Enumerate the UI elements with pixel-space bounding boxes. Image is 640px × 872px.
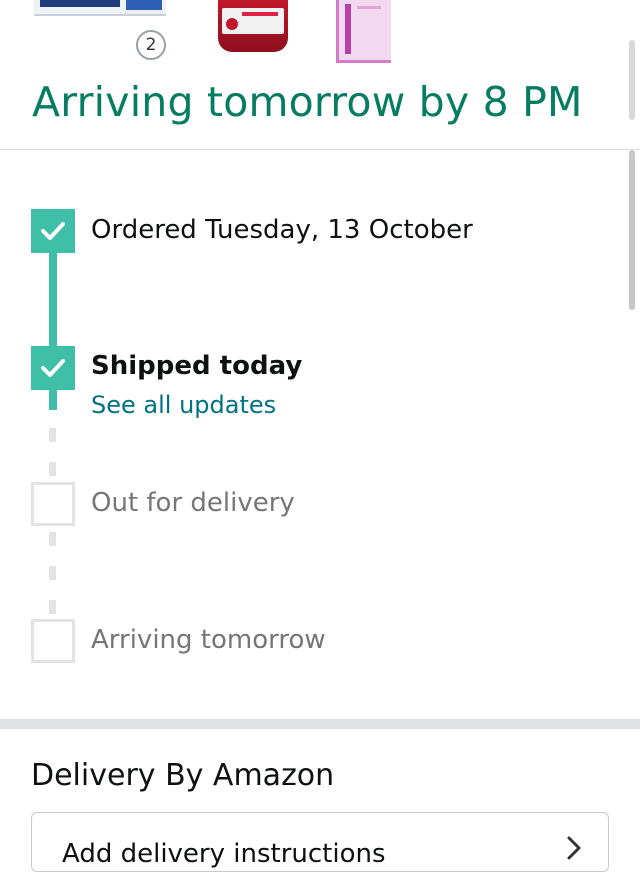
step-ordered-checkbox (31, 209, 75, 253)
step-shipped-checkbox (31, 346, 75, 390)
product-thumbnail-toothpaste[interactable] (34, 0, 166, 16)
step-ordered-label: Ordered Tuesday, 13 October (91, 215, 473, 245)
timeline-dash (49, 600, 56, 614)
chevron-right-icon (567, 836, 581, 860)
check-icon (41, 359, 65, 377)
step-arriving-checkbox (31, 619, 75, 663)
step-out-for-delivery-label: Out for delivery (91, 488, 295, 518)
see-all-updates-link[interactable]: See all updates (91, 391, 276, 419)
scrollbar-thumb[interactable] (629, 150, 635, 310)
step-arriving-label: Arriving tomorrow (91, 625, 326, 655)
scrollbar-track-top (629, 40, 635, 120)
delivery-headline: Arriving tomorrow by 8 PM (32, 78, 583, 126)
check-icon (41, 222, 65, 240)
step-shipped-label: Shipped today (91, 351, 303, 381)
divider (0, 149, 640, 150)
product-thumbnail-cranberry[interactable] (218, 0, 288, 52)
timeline-dash (49, 532, 56, 546)
delivery-instructions-button[interactable]: Add delivery instructions (31, 812, 609, 872)
timeline-dash (49, 428, 56, 442)
section-title: Delivery By Amazon (31, 758, 335, 793)
quantity-badge: 2 (136, 30, 166, 60)
product-thumbnail-pink-box[interactable] (336, 0, 391, 63)
step-out-for-delivery-checkbox (31, 482, 75, 526)
delivery-instructions-label: Add delivery instructions (62, 839, 386, 869)
timeline-dash (49, 462, 56, 476)
timeline-dash (49, 566, 56, 580)
section-separator (0, 719, 640, 729)
